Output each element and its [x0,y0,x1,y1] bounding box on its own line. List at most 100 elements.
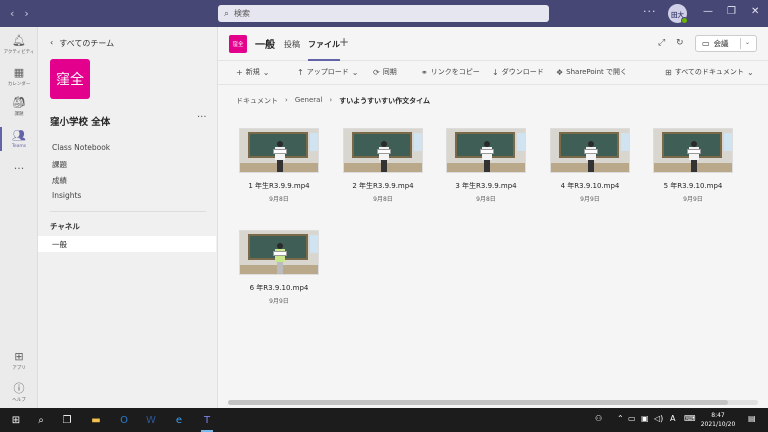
rail-calendar[interactable]: ▦ カレンダー [0,61,38,93]
video-thumbnail [239,128,319,173]
rail-teams[interactable]: 👥︎ Teams [0,123,38,155]
file-tile[interactable]: 5 年R3.9.10.mp4 9月9日 [653,128,733,203]
all-teams-link[interactable]: ‹ すべてのチーム [50,38,114,49]
chevron-down-icon: ⌄ [262,67,270,77]
team-link-class-notebook[interactable]: Class Notebook [52,143,110,152]
team-link-assignments[interactable]: 課題 [52,159,67,170]
minimize-icon[interactable]: — [703,6,713,17]
refresh-icon[interactable]: ↻ [676,38,684,48]
download-button[interactable]: ↓ ダウンロード [492,67,544,77]
copy-link-label: リンクをコピー [430,68,480,76]
new-button[interactable]: + 新規 ⌄ [236,67,269,77]
file-name: 2 年生R3.9.9.mp4 [352,182,414,190]
teams-app-icon[interactable]: T [199,412,215,432]
download-label: ダウンロード [501,68,544,76]
more-options-icon[interactable]: ··· [643,5,657,18]
file-date: 9月8日 [373,196,393,203]
channel-item-general[interactable]: 一般 [38,236,216,252]
edge-icon[interactable]: e [171,412,187,428]
ime-mode-label[interactable]: A [670,414,675,423]
copy-link-button[interactable]: ⚭ リンクをコピー [421,67,480,77]
team-name: 窪小学校 全体 [50,117,111,128]
add-tab-icon[interactable]: + [339,35,349,49]
plus-icon: + [236,67,243,77]
help-icon: ⓘ [13,382,25,395]
chevron-down-icon[interactable]: ⌄ [745,39,750,46]
outlook-icon[interactable]: O [116,412,132,428]
chevron-down-icon: ⌄ [351,67,359,77]
more-apps-icon: ··· [13,162,25,175]
divider [50,211,206,212]
breadcrumb: ドキュメント › General › すいようすいすい作文タイム [236,96,430,106]
restore-icon[interactable]: ❐ [727,6,736,17]
windows-start-icon[interactable]: ⊞ [8,412,24,428]
word-icon[interactable]: W [143,412,159,428]
open-sharepoint-button[interactable]: ❖ SharePoint で開く [556,67,627,77]
search-placeholder: 検索 [234,9,251,18]
tab-posts[interactable]: 投稿 [284,39,300,50]
back-arrow-icon[interactable]: ‹ [10,7,14,20]
file-explorer-icon[interactable]: ▬ [88,412,104,428]
video-thumbnail [343,128,423,173]
task-view-icon[interactable]: ❐ [59,412,75,428]
upload-button[interactable]: ↑ アップロード ⌄ [297,67,358,77]
network-icon[interactable]: ▣ [641,414,649,423]
rail-help[interactable]: ⓘ ヘルプ [0,377,38,409]
all-teams-label: すべてのチーム [59,39,115,48]
horizontal-scrollbar[interactable] [228,400,758,405]
chevron-right-icon: › [285,96,288,104]
file-name: 3 年生R3.9.9.mp4 [455,182,517,190]
team-avatar: 窪全 [50,59,90,99]
calendar-icon: ▦ [13,66,25,79]
rail-more-apps[interactable]: ··· [0,153,38,185]
title-bar: ‹ › ⌕ 検索 ··· 田大 — ❐ ✕ [0,0,768,27]
search-box[interactable]: ⌕ 検索 [218,5,549,22]
download-icon: ↓ [492,67,499,77]
breadcrumb-general[interactable]: General [295,96,323,106]
rail-apps[interactable]: ⊞ アプリ [0,345,38,377]
rail-assignments[interactable]: 🎒︎ 課題 [0,91,38,123]
upload-icon: ↑ [297,67,304,77]
clock[interactable]: 8:47 2021/10/20 [700,411,736,429]
team-link-grades[interactable]: 成績 [52,175,67,186]
divider [740,38,741,49]
forward-arrow-icon[interactable]: › [24,7,28,20]
channels-heading: チャネル [50,222,80,231]
bell-icon: 🔔︎ [12,34,26,47]
assignments-icon: 🎒︎ [12,96,26,109]
sync-button[interactable]: ⟳ 同期 [373,67,397,77]
file-date: 9月9日 [683,196,703,203]
history-nav: ‹ › [10,7,29,20]
file-tile[interactable]: 6 年R3.9.10.mp4 9月9日 [239,230,319,305]
search-icon[interactable]: ⌕ [33,412,49,428]
team-link-insights[interactable]: Insights [52,191,81,200]
channel-name: 一般 [255,40,275,51]
file-tile[interactable]: 2 年生R3.9.9.mp4 9月8日 [343,128,423,203]
video-thumbnail [550,128,630,173]
sync-label: 同期 [382,68,397,76]
video-thumbnail [446,128,526,173]
scrollbar-thumb[interactable] [228,400,728,405]
search-icon: ⌕ [224,8,230,19]
chevron-right-icon: › [329,96,333,104]
breadcrumb-documents[interactable]: ドキュメント [236,96,278,106]
tab-files[interactable]: ファイル [308,39,340,61]
close-icon[interactable]: ✕ [751,6,759,17]
app-rail: 🔔︎ アクティビティ ▦ カレンダー 🎒︎ 課題 👥︎ Teams ··· ⊞ … [0,27,38,408]
battery-icon[interactable]: ▭ [628,414,636,423]
expand-icon[interactable]: ⤢ [658,38,665,48]
all-documents-dropdown[interactable]: ⊞ すべてのドキュメント ⌄ [665,67,754,77]
keyboard-icon[interactable]: ⌨ [684,414,696,423]
user-avatar[interactable]: 田大 [668,4,688,24]
people-icon[interactable]: ⚇ [595,414,602,423]
chevron-up-icon[interactable]: ⌃ [617,414,624,423]
file-tile[interactable]: 1 年生R3.9.9.mp4 9月8日 [239,128,319,203]
file-tile[interactable]: 3 年生R3.9.9.mp4 9月8日 [446,128,526,203]
file-tile[interactable]: 4 年R3.9.10.mp4 9月9日 [550,128,630,203]
rail-activity[interactable]: 🔔︎ アクティビティ [0,29,38,61]
team-more-options-icon[interactable]: ··· [197,112,207,123]
sharepoint-icon: ❖ [556,67,564,77]
meet-button[interactable]: ▭ 会議 ⌄ [695,35,757,52]
volume-icon[interactable]: ◁) [654,414,663,423]
notifications-icon[interactable]: ▤ [748,414,756,423]
